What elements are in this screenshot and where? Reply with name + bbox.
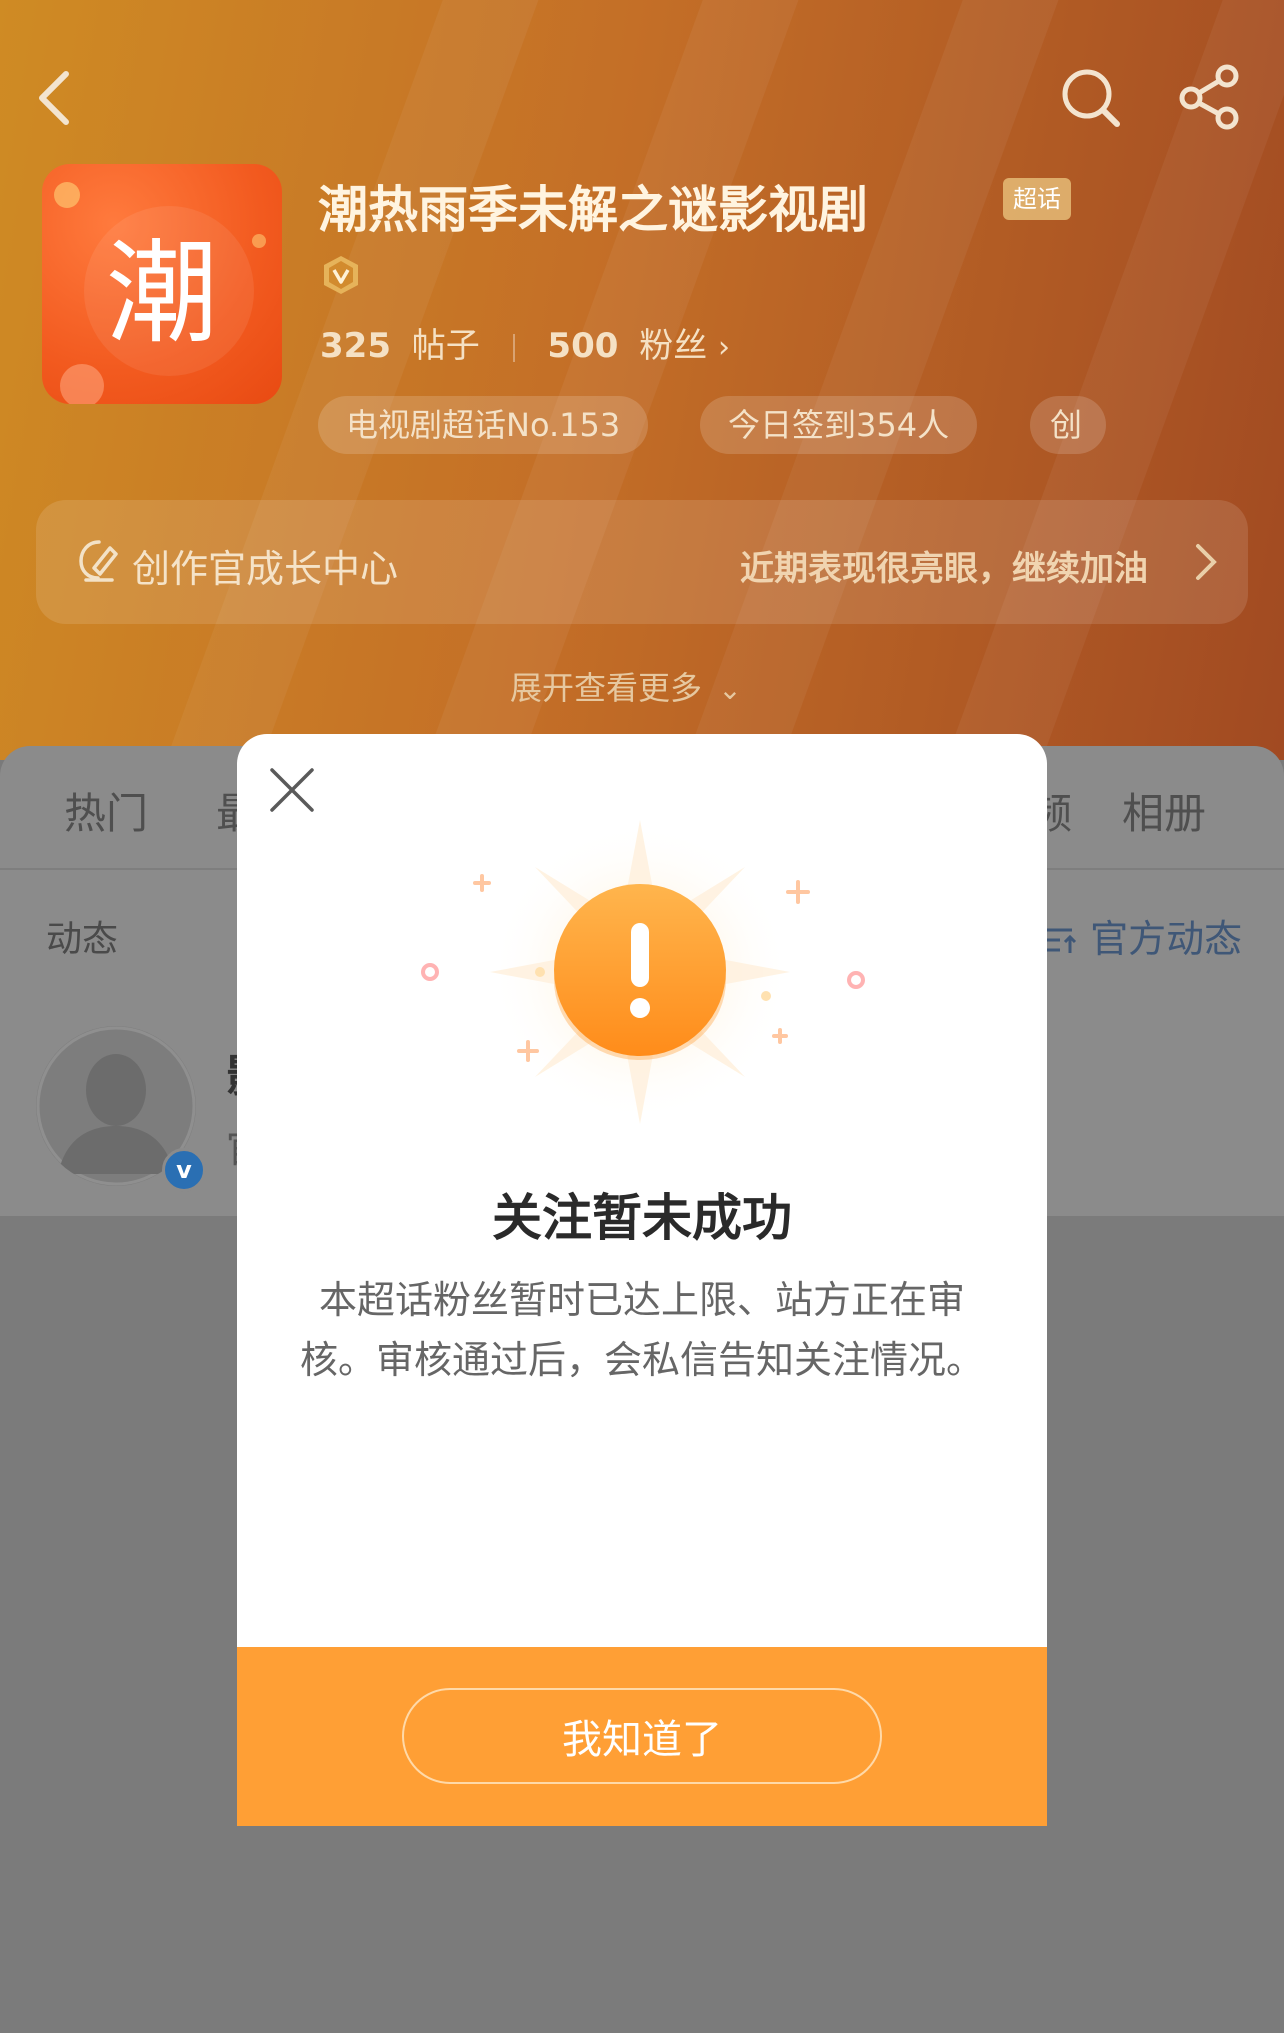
chip-rank[interactable]: 电视剧超话No.153 [318,396,649,454]
topic-logo: 潮 [42,164,282,404]
official-updates-link[interactable]: 官方动态 [1044,908,1242,963]
posts-count: 325 [320,326,391,366]
exclamation-icon [400,820,880,1140]
dialog-message: 本超话粉丝暂时已达上限、站方正在审核。审核通过后，会私信告知关注情况。 [299,1278,984,1382]
dialog-title: 关注暂未成功 [492,1189,792,1247]
tab-hot[interactable]: 热门 [64,780,148,841]
expand-more-label: 展开查看更多 [510,669,703,707]
growth-center-label: 创作官成长中心 [132,547,399,591]
back-icon[interactable] [22,62,92,132]
topic-type-badge: 超话 [1003,178,1071,220]
close-icon[interactable] [262,760,322,820]
topic-title: 潮热雨季未解之谜影视剧 [318,181,868,239]
acknowledge-button[interactable]: 我知道了 [402,1688,882,1784]
official-updates-label: 官方动态 [1090,917,1243,961]
pen-icon [76,538,122,584]
tab-album[interactable]: 相册 [1122,780,1206,841]
verified-badge-icon [320,254,362,296]
sort-icon [1044,917,1090,961]
topic-stats: 325 帖子 500 粉丝 › [320,318,730,367]
verified-v-icon: v [162,1148,206,1192]
posts-label: 帖子 [411,326,480,366]
chip-creator[interactable]: 创 [1030,396,1106,454]
search-icon[interactable] [1055,62,1125,132]
chevron-right-icon: › [718,330,731,365]
fans-link[interactable]: 500 粉丝 › [547,326,730,366]
growth-center-note: 近期表现很亮眼，继续加油 [740,549,1148,589]
topic-logo-char: 潮 [106,229,218,359]
chevron-right-icon [1190,540,1220,584]
chip-checkin[interactable]: 今日签到354人 [700,396,978,454]
fans-label: 粉丝 [639,326,708,366]
feed-section-label: 动态 [46,919,119,960]
chevron-down-icon: ⌄ [718,673,742,706]
expand-more-link[interactable]: 展开查看更多 ⌄ [510,663,742,709]
share-icon[interactable] [1175,62,1245,132]
fans-count: 500 [547,326,619,366]
